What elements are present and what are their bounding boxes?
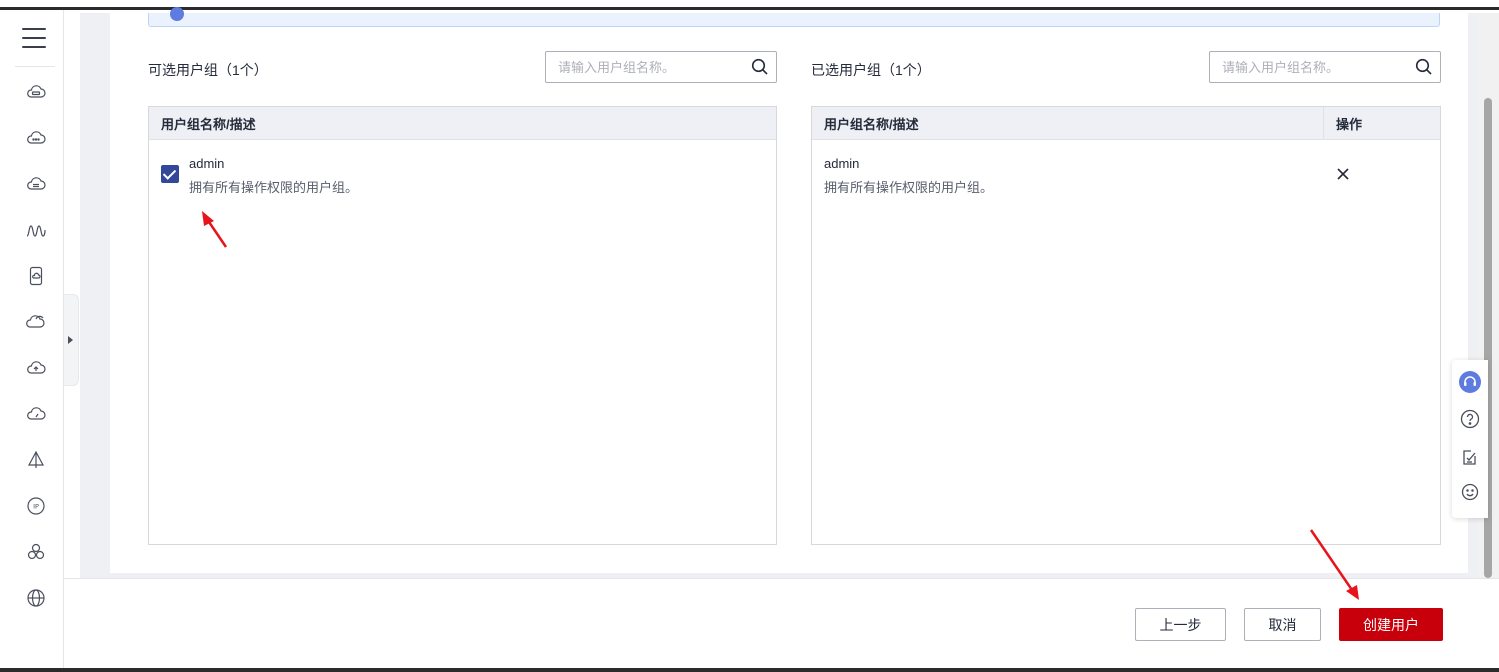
create-user-button[interactable]: 创建用户 [1339,608,1443,641]
selected-search-box[interactable] [1209,51,1441,83]
group-description: 拥有所有操作权限的用户组。 [189,180,359,195]
global-network-icon[interactable] [24,586,48,610]
cluster-icon[interactable] [24,540,48,564]
selected-groups-title: 已选用户组（1个） [811,62,931,78]
column-header-name: 用户组名称/描述 [161,116,256,132]
action-footer: 上一步 取消 创建用户 [64,578,1499,668]
available-groups-title: 可选用户组（1个） [148,62,268,78]
main-content: 可选用户组（1个） 用户组名称/描述 admin 拥有所有操作权限的用户组。 已… [80,7,1478,578]
floating-help-bar [1452,360,1488,518]
cancel-button[interactable]: 取消 [1244,608,1321,641]
svg-text:IP: IP [33,503,39,511]
selected-groups-table: 用户组名称/描述 操作 admin 拥有所有操作权限的用户组。 [811,106,1441,545]
group-name: admin [189,156,225,171]
cloud-upload-icon[interactable] [24,356,48,380]
user-group-card: 可选用户组（1个） 用户组名称/描述 admin 拥有所有操作权限的用户组。 已… [110,7,1468,573]
satisfaction-smiley-icon[interactable] [1459,481,1481,503]
available-search-input[interactable] [546,52,744,82]
network-triangle-icon[interactable] [24,448,48,472]
table-row: admin 拥有所有操作权限的用户组。 [812,140,1440,195]
customer-service-icon[interactable] [1459,371,1481,393]
info-banner [148,7,1440,27]
selected-search-input[interactable] [1210,52,1408,82]
table-row[interactable]: admin 拥有所有操作权限的用户组。 [149,140,776,195]
ip-address-icon[interactable]: IP [24,494,48,518]
hamburger-menu-icon[interactable] [22,28,46,50]
cloud-speed-icon[interactable] [24,402,48,426]
search-icon[interactable] [1408,52,1440,82]
help-icon[interactable] [1459,408,1481,430]
feedback-edit-icon[interactable] [1459,446,1481,468]
info-icon [170,7,184,21]
row-checkbox[interactable] [161,165,179,183]
remove-close-icon[interactable] [1333,164,1353,184]
previous-step-button[interactable]: 上一步 [1135,608,1226,641]
column-header-name: 用户组名称/描述 [812,107,1324,139]
top-edge [0,0,1499,10]
monitoring-wave-icon[interactable] [24,218,48,242]
mobile-device-icon[interactable] [24,264,48,288]
available-search-box[interactable] [545,51,777,83]
column-header-action: 操作 [1336,116,1363,132]
search-icon[interactable] [744,52,776,82]
bottom-edge [0,668,1499,672]
cloud-more-icon[interactable] [24,126,48,150]
left-sidebar: IP [0,10,64,672]
available-groups-table: 用户组名称/描述 admin 拥有所有操作权限的用户组。 [148,106,777,545]
sidebar-divider [15,66,55,67]
group-description: 拥有所有操作权限的用户组。 [824,180,994,195]
cloud-server-icon[interactable] [24,80,48,104]
table-header: 用户组名称/描述 操作 [812,107,1440,140]
table-header: 用户组名称/描述 [149,107,776,140]
sidebar-collapse-toggle[interactable] [64,294,79,386]
group-name: admin [824,156,860,171]
cloud-storage-icon[interactable] [24,172,48,196]
cloud-service-icon[interactable] [24,310,48,334]
